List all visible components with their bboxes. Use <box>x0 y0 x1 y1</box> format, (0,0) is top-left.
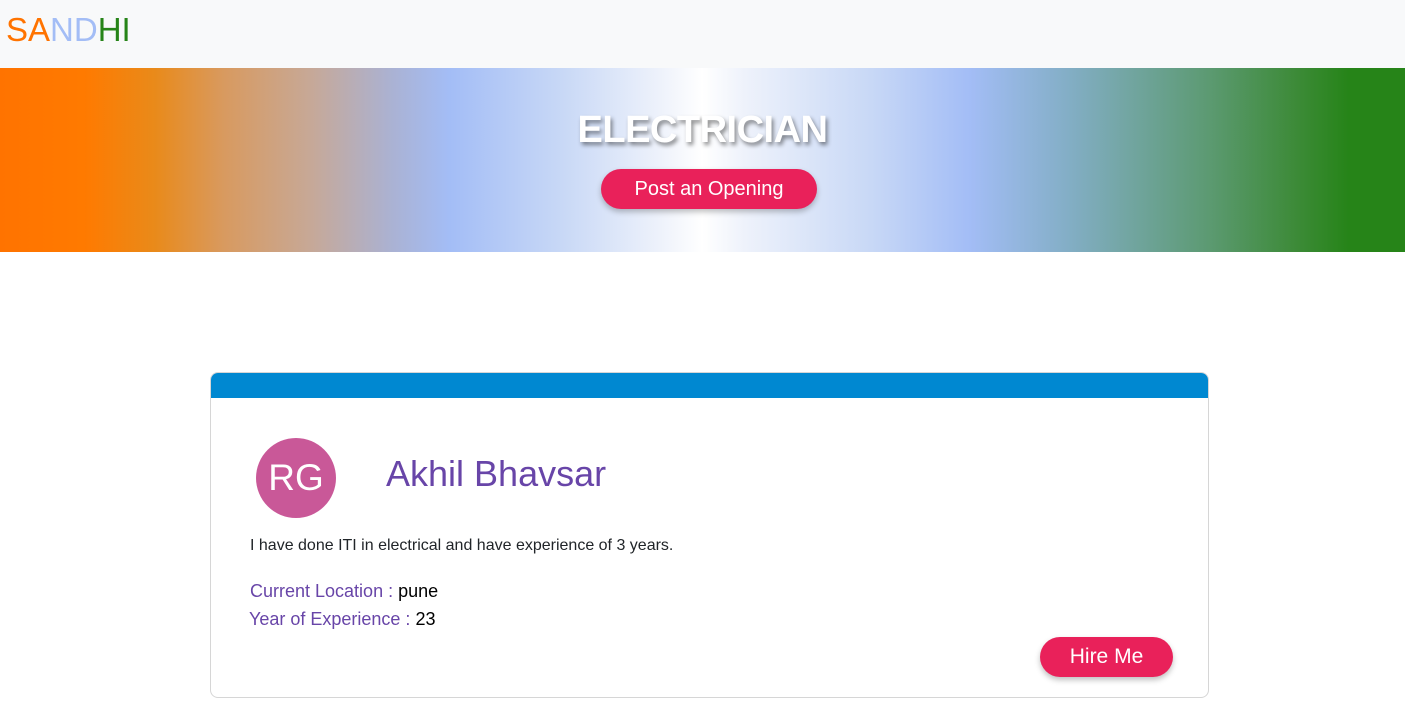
post-opening-button[interactable]: Post an Opening <box>601 169 817 209</box>
location-label: Current Location : <box>250 581 394 601</box>
worker-profile-card: RG Akhil Bhavsar I have done ITI in elec… <box>210 372 1209 698</box>
experience-label: Year of Experience : <box>249 609 411 629</box>
location-row: Current Location : pune <box>250 580 438 602</box>
brand-part-hi: HI <box>97 11 131 48</box>
card-header-bar <box>211 373 1208 398</box>
avatar: RG <box>256 438 336 518</box>
brand-part-nd: ND <box>50 11 98 48</box>
worker-description: I have done ITI in electrical and have e… <box>250 537 674 554</box>
worker-name: Akhil Bhavsar <box>386 453 607 494</box>
experience-row: Year of Experience : 23 <box>249 608 435 630</box>
top-navbar: SANDHI <box>0 0 1405 68</box>
location-value: pune <box>398 581 439 601</box>
brand-logo-link[interactable]: SANDHI <box>6 10 131 50</box>
category-hero-banner: ELECTRICIAN Post an Opening <box>0 68 1405 252</box>
category-title: ELECTRICIAN <box>577 109 828 151</box>
brand-part-sa: SA <box>6 11 51 48</box>
hire-me-button[interactable]: Hire Me <box>1040 637 1173 677</box>
experience-value: 23 <box>415 609 436 629</box>
